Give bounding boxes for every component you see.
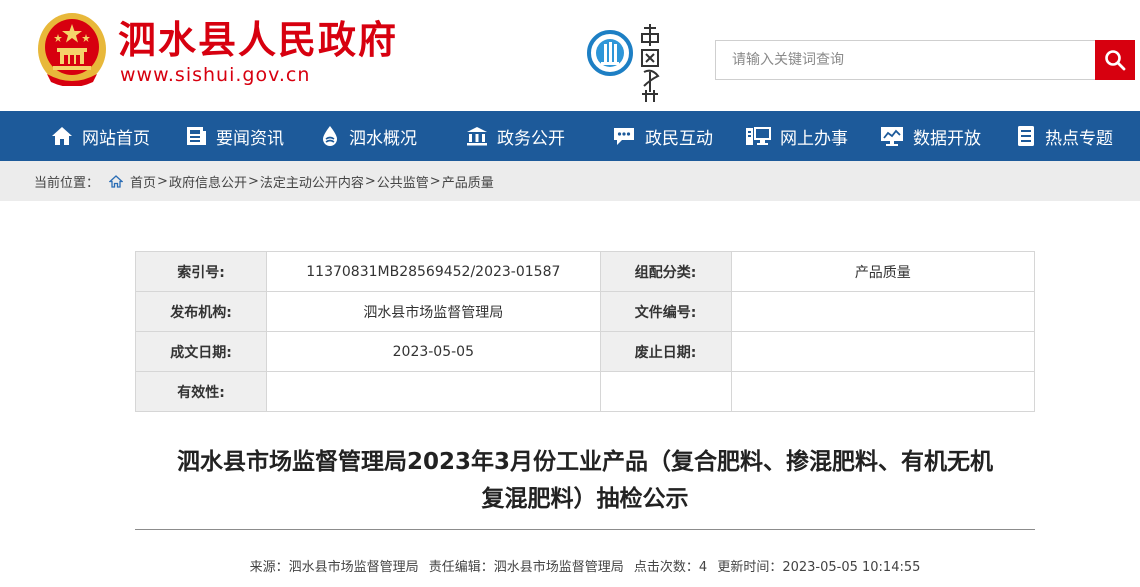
nav-item-topics[interactable]: 热点专题 — [1016, 111, 1113, 161]
search-button[interactable] — [1095, 40, 1135, 80]
breadcrumb-link-public-supervision[interactable]: 公共监管 — [377, 172, 429, 191]
nav-item-label: 政民互动 — [645, 128, 713, 149]
validity-value — [266, 371, 601, 412]
breadcrumb-link-statutory[interactable]: 法定主动公开内容 — [260, 172, 364, 191]
breadcrumb-separator: > — [429, 173, 441, 189]
nav-item-label: 网上办事 — [780, 128, 848, 149]
empty-cell — [599, 371, 732, 412]
created-date-label: 成文日期: — [134, 331, 268, 372]
article-editor: 责任编辑：泗水县市场监督管理局 — [428, 560, 624, 575]
article-source: 来源：泗水县市场监督管理局 — [249, 560, 419, 575]
site-url[interactable]: www.sishui.gov.cn — [120, 64, 310, 86]
news-icon — [187, 127, 206, 145]
main-nav: 网站首页 要闻资讯 泗水概况 政务公开 政民互动 网上办事 数据开放 热点专题 — [0, 111, 1140, 161]
nav-item-overview[interactable]: 泗水概况 — [320, 111, 417, 161]
breadcrumb-separator: > — [247, 173, 259, 189]
document-list-icon — [1018, 126, 1034, 146]
publisher-label: 发布机构: — [134, 291, 268, 332]
empty-cell — [730, 371, 1036, 412]
nav-item-online-service[interactable]: 网上办事 — [745, 111, 848, 161]
breadcrumb-label: 当前位置： — [34, 175, 100, 191]
article-title: 泗水县市场监督管理局2023年3月份工业产品（复合肥料、掺混肥料、有机无机 复混… — [135, 444, 1035, 518]
category-label: 组配分类: — [599, 251, 732, 292]
article-meta: 来源：泗水县市场监督管理局 责任编辑：泗水县市场监督管理局 点击次数：4 更新时… — [135, 556, 1035, 575]
nav-item-interaction[interactable]: 政民互动 — [612, 111, 713, 161]
site-header: 泗水县人民政府 www.sishui.gov.cn — [0, 0, 1140, 111]
doc-number-label: 文件编号: — [599, 291, 732, 332]
category-value: 产品质量 — [730, 251, 1036, 292]
monitor-icon — [881, 127, 903, 146]
breadcrumb-link-product-quality[interactable]: 产品质量 — [442, 172, 494, 191]
table-row: 索引号: 11370831MB28569452/2023-01587 组配分类:… — [134, 251, 1036, 292]
title-divider — [135, 529, 1035, 530]
national-emblem-icon[interactable] — [37, 12, 107, 86]
sishui-culture-logo-icon — [587, 30, 633, 76]
article-title-line: 复混肥料）抽检公示 — [481, 486, 689, 512]
article-updated: 更新时间：2023-05-05 10:14:55 — [717, 560, 921, 575]
table-row: 有效性: — [134, 371, 1036, 412]
office-icon — [746, 127, 771, 145]
breadcrumb-separator: > — [364, 173, 376, 189]
nav-item-label: 政务公开 — [497, 128, 565, 149]
search-icon — [1105, 50, 1126, 71]
document-info-table: 索引号: 11370831MB28569452/2023-01587 组配分类:… — [134, 251, 1036, 412]
breadcrumb: 当前位置： 首页 > 政府信息公开 > 法定主动公开内容 > 公共监管 > 产品… — [0, 161, 1140, 201]
table-row: 成文日期: 2023-05-05 废止日期: — [134, 331, 1036, 372]
breadcrumb-link-home[interactable]: 首页 — [130, 172, 156, 191]
chat-bubble-icon — [614, 128, 634, 145]
created-date-value: 2023-05-05 — [266, 331, 601, 372]
index-value: 11370831MB28569452/2023-01587 — [266, 251, 601, 292]
expiry-date-value — [730, 331, 1036, 372]
nav-item-home[interactable]: 网站首页 — [51, 111, 150, 161]
publisher-value: 泗水县市场监督管理局 — [266, 291, 601, 332]
water-drop-icon — [323, 126, 337, 146]
nav-item-label: 泗水概况 — [349, 128, 417, 149]
article-views: 点击次数：4 — [633, 560, 708, 575]
breadcrumb-link-gov-info[interactable]: 政府信息公开 — [169, 172, 247, 191]
validity-label: 有效性: — [134, 371, 268, 412]
nav-item-label: 数据开放 — [913, 128, 981, 149]
doc-number-value — [730, 291, 1036, 332]
table-row: 发布机构: 泗水县市场监督管理局 文件编号: — [134, 291, 1036, 332]
government-building-icon — [467, 127, 487, 146]
nav-item-label: 热点专题 — [1045, 128, 1113, 149]
site-name[interactable]: 泗水县人民政府 — [118, 18, 398, 62]
home-icon — [52, 127, 72, 145]
calligraphy-emblem-icon — [641, 24, 660, 102]
expiry-date-label: 废止日期: — [599, 331, 732, 372]
nav-item-label: 网站首页 — [82, 128, 150, 149]
nav-item-label: 要闻资讯 — [216, 128, 284, 149]
search-input[interactable] — [715, 40, 1095, 80]
nav-item-news[interactable]: 要闻资讯 — [185, 111, 284, 161]
nav-item-gov-affairs[interactable]: 政务公开 — [466, 111, 565, 161]
article-title-line: 泗水县市场监督管理局2023年3月份工业产品（复合肥料、掺混肥料、有机无机 — [176, 449, 994, 475]
breadcrumb-separator: > — [157, 173, 168, 189]
home-icon[interactable] — [109, 174, 124, 188]
nav-item-open-data[interactable]: 数据开放 — [880, 111, 981, 161]
index-label: 索引号: — [134, 251, 268, 292]
